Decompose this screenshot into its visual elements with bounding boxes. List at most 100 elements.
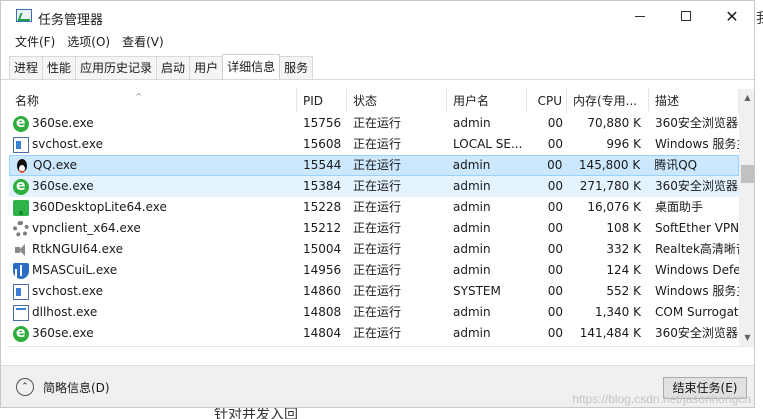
- process-name: RtkNGUI64.exe: [32, 242, 123, 256]
- memory-cell: 332 K: [606, 242, 641, 256]
- status-cell: 正在运行: [353, 158, 402, 172]
- background-area: [0, 408, 763, 419]
- user-cell: admin: [453, 221, 491, 235]
- 360se-icon: [13, 113, 29, 134]
- table-row[interactable]: svchost.exe 14860 正在运行 SYSTEM 00 552 K Windows…: [9, 281, 739, 302]
- user-cell: SYSTEM: [453, 284, 501, 298]
- close-button[interactable]: ✕: [709, 1, 754, 31]
- cpu-cell: 00: [547, 284, 563, 298]
- tab-strip: 进程 性能 应用历史记录 启动 用户 详细信息 服务: [9, 54, 314, 79]
- pid-cell: 14956: [303, 263, 342, 277]
- table-row[interactable]: 360se.exe 15384 正在运行 admin 00 271,780 K 360安全浏…: [9, 176, 739, 197]
- process-name-cell: MSASCuiL.exe: [9, 260, 297, 281]
- table-row[interactable]: vpnclient_x64.exe 15212 正在运行 admin 00 108 K So…: [9, 218, 739, 239]
- maximize-button[interactable]: [663, 1, 709, 31]
- background-side-text: 我: [756, 8, 763, 28]
- user-cell: LOCAL SE...: [453, 137, 523, 151]
- column-header-pid[interactable]: PID: [297, 89, 347, 113]
- process-name-cell: QQ.exe: [10, 155, 297, 176]
- pid-cell: 15544: [303, 158, 342, 172]
- table-row[interactable]: 360DesktopLite64.exe 15228 正在运行 admin 00 16,0…: [9, 197, 739, 218]
- process-name-cell: svchost.exe: [9, 281, 297, 302]
- column-header-cpu[interactable]: CPU: [527, 89, 567, 113]
- description-cell: 腾讯QQ: [654, 158, 698, 172]
- pid-cell: 15004: [303, 242, 342, 256]
- process-name-cell: RtkNGUI64.exe: [9, 239, 297, 260]
- process-name-cell: 360se.exe: [9, 176, 297, 197]
- column-header-name[interactable]: ^ 名称: [9, 89, 297, 113]
- description-cell: 360安全浏览器: [655, 116, 738, 130]
- pid-cell: 15756: [303, 116, 342, 130]
- cpu-cell: 00: [547, 116, 563, 130]
- chevron-up-circle-icon[interactable]: ⌃: [16, 378, 34, 396]
- column-header-description[interactable]: 描述: [649, 89, 739, 113]
- tab-app-history[interactable]: 应用历史记录: [75, 56, 158, 79]
- column-header-status[interactable]: 状态: [347, 89, 447, 113]
- cpu-cell: 00: [547, 137, 563, 151]
- table-row[interactable]: 360se.exe 15756 正在运行 admin 00 70,880 K 360安全浏览…: [9, 113, 739, 134]
- tab-processes[interactable]: 进程: [9, 56, 44, 79]
- table-row[interactable]: 360se.exe 14804 正在运行 admin 00 141,484 K 360安全浏…: [9, 323, 739, 344]
- table-header: ^ 名称 PID 状态 用户名 CPU 内存(专用... 描述: [9, 89, 739, 113]
- tab-performance[interactable]: 性能: [42, 56, 77, 79]
- cpu-cell: 00: [547, 221, 563, 235]
- table-row[interactable]: MSASCuiL.exe 14956 正在运行 admin 00 124 K Windows…: [9, 260, 739, 281]
- vertical-scrollbar[interactable]: ▲ ▼: [739, 89, 754, 346]
- title-bar[interactable]: 任务管理器 ✕: [1, 1, 754, 31]
- service-host-icon: [13, 136, 29, 153]
- menu-view[interactable]: 查看(V): [116, 33, 170, 51]
- 360se-icon: [13, 176, 29, 197]
- memory-cell: 552 K: [606, 284, 641, 298]
- cpu-cell: 00: [547, 326, 563, 340]
- memory-cell: 16,076 K: [587, 200, 641, 214]
- process-name: svchost.exe: [32, 137, 103, 151]
- minimize-icon: [635, 15, 645, 17]
- table-row[interactable]: svchost.exe 15608 正在运行 LOCAL SE... 00 996 K Wi…: [9, 134, 739, 155]
- process-table: ^ 名称 PID 状态 用户名 CPU 内存(专用... 描述 360se.ex…: [9, 89, 739, 344]
- memory-cell: 141,484 K: [579, 326, 641, 340]
- pid-cell: 15608: [303, 137, 342, 151]
- tab-users[interactable]: 用户: [189, 56, 224, 79]
- task-manager-app-icon: [16, 9, 32, 22]
- pid-cell: 15228: [303, 200, 342, 214]
- watermark-text: https://blog.csdn.net/jasonhongcn: [572, 392, 751, 406]
- table-row[interactable]: dllhost.exe 14808 正在运行 admin 00 1,340 K COM Su…: [9, 302, 739, 323]
- column-header-memory[interactable]: 内存(专用...: [567, 89, 649, 113]
- table-row[interactable]: QQ.exe 15544 正在运行 admin 00 145,800 K 腾讯QQ: [9, 155, 739, 176]
- tab-divider: [1, 79, 754, 80]
- minimize-button[interactable]: [617, 1, 663, 31]
- tab-details[interactable]: 详细信息: [222, 54, 281, 79]
- tab-services[interactable]: 服务: [279, 56, 314, 79]
- user-cell: admin: [453, 179, 491, 193]
- column-header-user[interactable]: 用户名: [447, 89, 527, 113]
- table-body: 360se.exe 15756 正在运行 admin 00 70,880 K 360安全浏览…: [9, 113, 739, 344]
- status-cell: 正在运行: [353, 116, 402, 130]
- cpu-cell: 00: [547, 179, 563, 193]
- pid-cell: 14804: [303, 326, 342, 340]
- desktop-helper-icon: [13, 199, 29, 216]
- process-name: dllhost.exe: [32, 305, 98, 319]
- scroll-down-icon[interactable]: ▼: [739, 329, 754, 346]
- cpu-cell: 00: [547, 305, 563, 319]
- user-cell: admin: [453, 242, 491, 256]
- user-cell: admin: [453, 116, 491, 130]
- tab-startup[interactable]: 启动: [156, 56, 191, 79]
- description-cell: Windows 服务主: [655, 137, 739, 151]
- status-cell: 正在运行: [353, 263, 402, 277]
- description-cell: 360安全浏览器: [655, 326, 738, 340]
- process-name-cell: 360se.exe: [9, 323, 297, 344]
- menu-file[interactable]: 文件(F): [9, 33, 61, 51]
- memory-cell: 124 K: [606, 263, 641, 277]
- description-cell: Windows Defen: [655, 263, 739, 277]
- scroll-thumb[interactable]: [741, 165, 754, 183]
- scroll-up-icon[interactable]: ▲: [739, 89, 754, 106]
- status-cell: 正在运行: [353, 326, 402, 340]
- status-cell: 正在运行: [353, 221, 402, 235]
- fewer-details-link[interactable]: 简略信息(D): [43, 379, 110, 396]
- table-row[interactable]: RtkNGUI64.exe 15004 正在运行 admin 00 332 K Realte…: [9, 239, 739, 260]
- menu-options[interactable]: 选项(O): [61, 33, 116, 51]
- description-cell: 360安全浏览器: [655, 179, 738, 193]
- status-cell: 正在运行: [353, 200, 402, 214]
- sort-up-icon: ^: [135, 92, 142, 101]
- gear-icon: [13, 220, 29, 237]
